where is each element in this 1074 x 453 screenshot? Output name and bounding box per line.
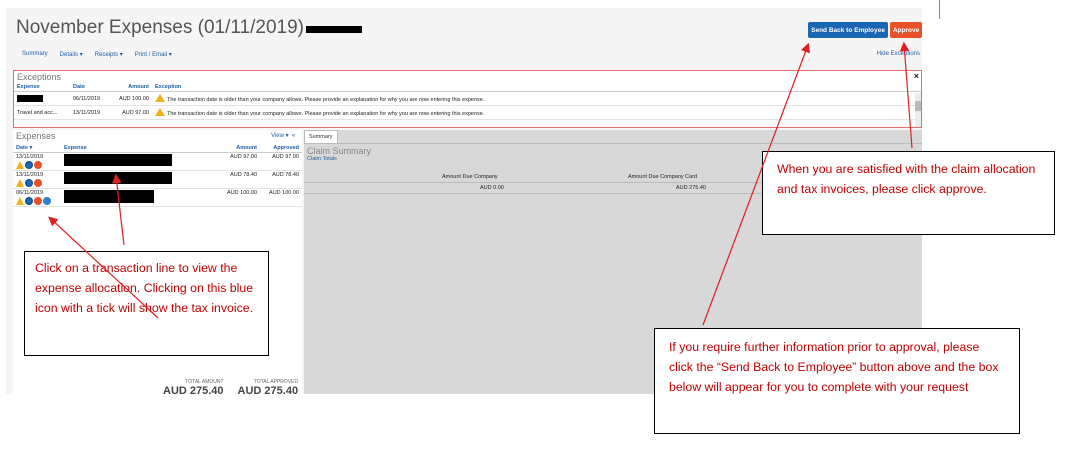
arrow-to-send-back [702, 42, 810, 326]
annotation-arrows [48, 41, 913, 326]
tutorial-screenshot: November Expenses (01/11/2019) Send Back… [0, 0, 1074, 453]
arrow-to-approve [899, 41, 913, 149]
arrow-to-transaction [112, 173, 125, 246]
arrow-to-tick-icon [48, 216, 159, 319]
